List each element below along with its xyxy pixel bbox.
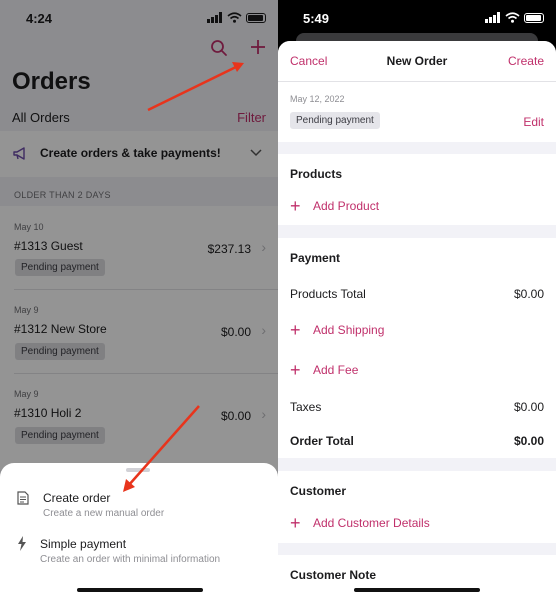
products-total-label: Products Total [290, 287, 366, 301]
home-indicator [354, 588, 480, 592]
add-shipping-label: Add Shipping [313, 323, 385, 337]
add-product-label: Add Product [313, 199, 380, 213]
taxes-label: Taxes [290, 400, 322, 414]
status-time: 5:49 [303, 11, 330, 26]
add-fee-label: Add Fee [313, 363, 359, 377]
create-button[interactable]: Create [508, 54, 544, 68]
customer-title: Customer [290, 484, 347, 498]
status-badge: Pending payment [290, 112, 380, 129]
battery-icon [524, 12, 544, 23]
plus-icon: + [290, 513, 301, 533]
order-total-label: Order Total [290, 434, 354, 448]
edit-status-button[interactable]: Edit [523, 115, 544, 129]
simple-payment-option[interactable]: Simple payment Create an order with mini… [0, 529, 278, 573]
add-shipping-button[interactable]: + Add Shipping [290, 320, 490, 341]
create-order-subtitle: Create a new manual order [43, 508, 165, 519]
taxes-value: $0.00 [513, 400, 544, 414]
add-customer-details-button[interactable]: + Add Customer Details [290, 513, 490, 534]
status-bar: 5:49 [278, 0, 556, 36]
create-order-option[interactable]: Create order Create a new manual order [0, 481, 278, 525]
payment-title: Payment [290, 251, 341, 265]
wifi-icon [505, 12, 520, 23]
simple-payment-title: Simple payment [40, 537, 127, 551]
order-total-value: $0.00 [513, 434, 544, 448]
products-total-value: $0.00 [513, 287, 544, 301]
signal-icon [485, 12, 500, 23]
products-card: Products + Add Product [278, 154, 556, 225]
order-date: May 12, 2022 [290, 94, 345, 104]
lightning-icon [18, 536, 26, 551]
payment-card: Payment Products Total $0.00 + Add Shipp… [278, 238, 556, 458]
customer-note-title: Customer Note [290, 568, 377, 582]
home-indicator [77, 588, 203, 592]
new-order-modal: Cancel New Order Create May 12, 2022 Pen… [278, 41, 556, 600]
new-order-screen: 5:49 Cancel New Order Create May 12, 202… [278, 0, 556, 600]
add-customer-details-label: Add Customer Details [313, 516, 430, 530]
products-title: Products [290, 167, 343, 181]
nav-bar: Cancel New Order Create [278, 41, 556, 81]
add-product-button[interactable]: + Add Product [290, 196, 490, 217]
create-order-title: Create order [43, 491, 111, 505]
document-icon [17, 491, 29, 505]
simple-payment-subtitle: Create an order with minimal information [40, 554, 221, 565]
plus-icon: + [290, 320, 301, 340]
create-order-sheet: Create order Create a new manual order S… [0, 463, 278, 600]
plus-icon: + [290, 360, 301, 380]
plus-icon: + [290, 196, 301, 216]
customer-card: Customer + Add Customer Details [278, 471, 556, 543]
add-fee-button[interactable]: + Add Fee [290, 360, 490, 381]
sheet-grabber[interactable] [126, 468, 150, 472]
orders-screen: 4:24 Orders All Orders Filter Create ord… [0, 0, 278, 600]
order-status-card: May 12, 2022 Pending payment Edit [278, 82, 556, 142]
customer-note-card: Customer Note [278, 555, 556, 600]
